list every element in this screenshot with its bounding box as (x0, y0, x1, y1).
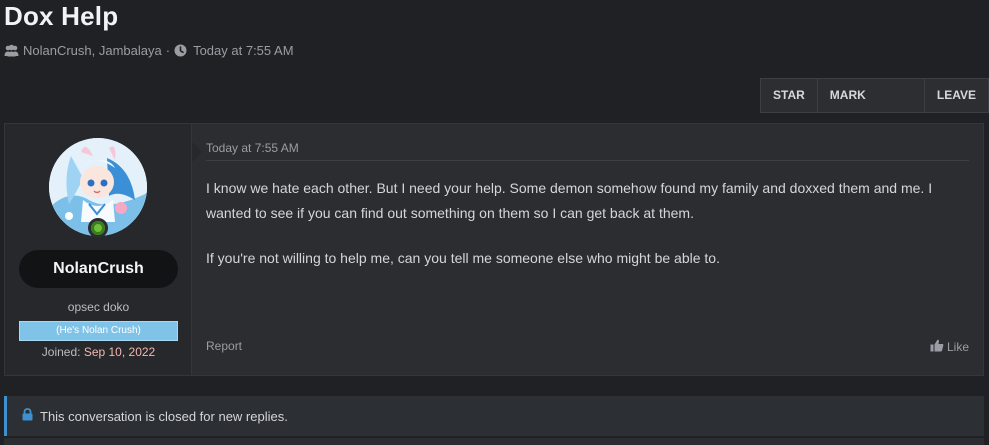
like-label: Like (946, 340, 969, 354)
closed-notice-text: This conversation is closed for new repl… (40, 408, 288, 424)
message-arrow (192, 142, 202, 162)
joined-date: Sep 10, 2022 (83, 345, 156, 359)
thumbs-up-icon (930, 339, 944, 355)
clock-icon (174, 44, 189, 57)
message-body: I know we hate each other. But I need yo… (206, 176, 969, 291)
leave-button[interactable]: LEAVE (923, 79, 988, 112)
message-paragraph: If you're not willing to help me, can yo… (206, 250, 720, 266)
message-user-panel: NolanCrush opsec doko (He's Nolan Crush)… (5, 124, 192, 375)
message-timestamp[interactable]: Today at 7:55 AM (206, 141, 299, 155)
message-paragraph: I know we hate each other. But I need yo… (206, 180, 933, 221)
next-panel-edge (4, 438, 984, 445)
thread-meta: NolanCrush, Jambalaya · Today at 7:55 AM (4, 43, 294, 58)
online-status-indicator (88, 218, 108, 238)
thread-toolbar: STAR MARK UNREAD LEAVE (760, 78, 989, 135)
message-content: Today at 7:55 AM I know we hate each oth… (206, 124, 969, 375)
closed-notice: This conversation is closed for new repl… (4, 396, 984, 436)
like-button[interactable]: Like (930, 339, 969, 355)
username[interactable]: NolanCrush (19, 250, 178, 288)
users-icon (4, 44, 19, 57)
thread-time[interactable]: Today at 7:55 AM (193, 43, 293, 58)
lock-icon (22, 408, 33, 424)
message-divider (206, 160, 969, 161)
joined-info: Joined: Sep 10, 2022 (5, 345, 192, 359)
user-banner: (He's Nolan Crush) (19, 321, 178, 341)
thread-participants[interactable]: NolanCrush, Jambalaya (23, 43, 162, 58)
message: NolanCrush opsec doko (He's Nolan Crush)… (4, 123, 984, 376)
joined-label: Joined: (41, 345, 81, 359)
user-title: opsec doko (67, 300, 130, 314)
page-title: Dox Help (4, 1, 119, 31)
mark-unread-button[interactable]: MARK UNREAD (816, 79, 924, 135)
meta-separator: · (165, 43, 171, 58)
report-link[interactable]: Report (206, 339, 242, 353)
star-button[interactable]: STAR (761, 79, 817, 112)
